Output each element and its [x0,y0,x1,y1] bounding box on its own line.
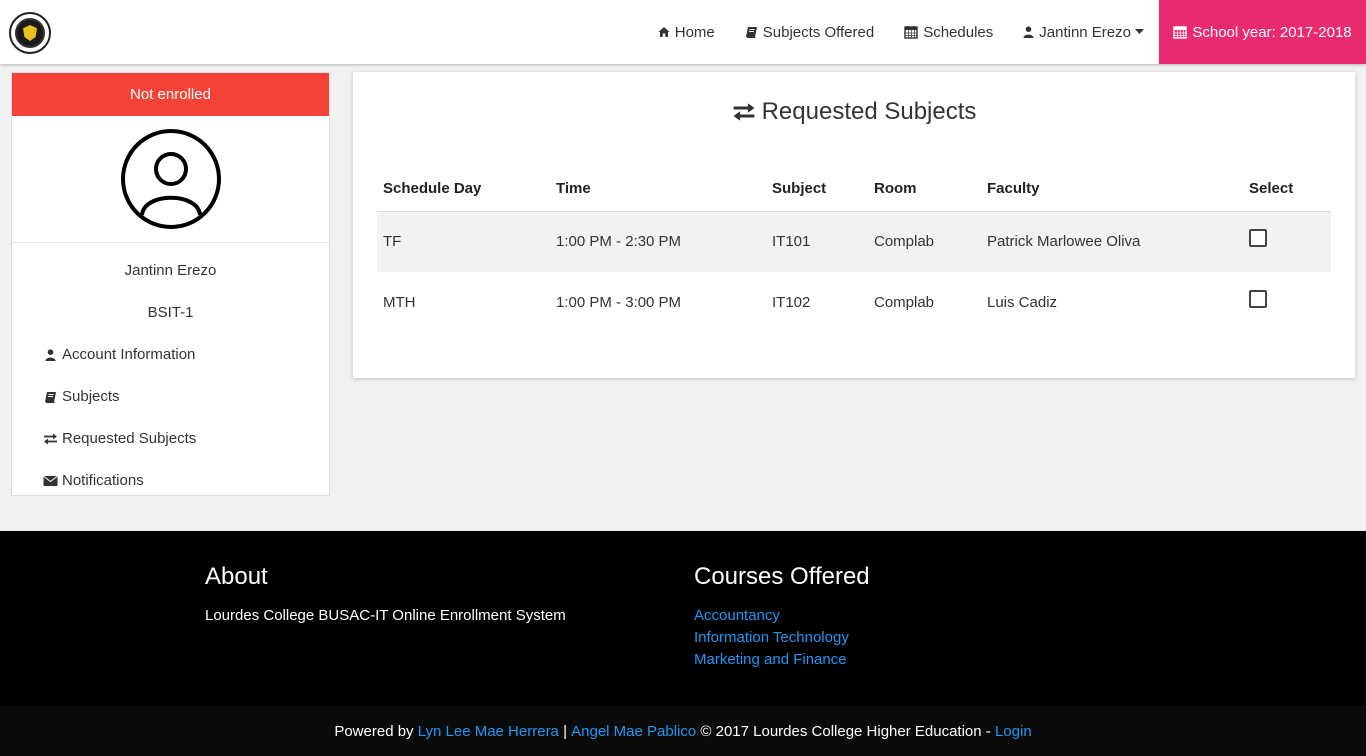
school-logo[interactable] [9,12,51,54]
sidebar-item-notifications[interactable]: Notifications [12,467,329,495]
login-link[interactable]: Login [995,723,1032,740]
cell-day: TF [377,211,550,272]
user-icon [1023,26,1034,38]
nav-schedules-label: Schedules [923,23,994,41]
cell-time: 1:00 PM - 2:30 PM [550,211,766,272]
column-header: Schedule Day [377,166,550,212]
table-row: MTH 1:00 PM - 3:00 PM IT102 Complab Luis… [377,272,1331,333]
student-name: Jantinn Erezo [124,262,217,279]
exchange-icon [732,102,756,122]
nav-subjects-offered[interactable]: Subjects Offered [730,0,889,64]
author-link-herrera[interactable]: Lyn Lee Mae Herrera [418,723,559,740]
sidebar-item-label: Subjects [62,388,120,405]
home-icon [658,26,670,38]
cell-room: Complab [868,211,981,272]
sidebar-item-subjects[interactable]: Subjects [12,383,329,411]
column-header: Room [868,166,981,212]
column-header: Time [550,166,766,212]
envelope-icon [42,475,58,487]
footer: About Lourdes College BUSAC-IT Online En… [0,531,1366,706]
requested-subjects-table: Schedule Day Time Subject Room Faculty S… [377,166,1331,333]
list-item: Accountancy [694,605,870,627]
sidebar-item-label: Requested Subjects [62,430,197,447]
book-icon [42,391,58,404]
column-header: Faculty [981,166,1243,212]
list-item: Information Technology [694,627,870,649]
powered-by-text: Powered by [334,722,418,740]
list-item: Marketing and Finance [694,649,870,671]
column-header: Subject [766,166,868,212]
cell-select [1243,211,1331,272]
profile-sidebar: Not enrolled Jantinn Erezo BSIT-1 Accoun… [11,72,330,496]
user-icon [42,349,58,361]
page-title: Requested Subjects [353,98,1355,126]
footer-about: About Lourdes College BUSAC-IT Online En… [205,563,566,624]
cell-faculty: Luis Cadiz [987,294,1058,311]
table-row: TF 1:00 PM - 2:30 PM IT101 Complab Patri… [377,211,1331,272]
exchange-icon [42,433,58,445]
calendar-icon [904,25,918,39]
courses-list: Accountancy Information Technology Marke… [694,605,870,671]
select-checkbox[interactable] [1249,290,1267,309]
enrollment-status-banner: Not enrolled [12,73,329,116]
cell-subject: IT101 [766,211,868,272]
user-menu-dropdown[interactable]: Jantinn Erezo [1008,0,1159,64]
nav-schedules[interactable]: Schedules [889,0,1008,64]
cell-subject: IT102 [772,294,811,311]
author-link-pablico[interactable]: Angel Mae Pablico [571,723,696,740]
requested-subjects-card: Requested Subjects Schedule Day Time Sub… [353,72,1355,378]
navbar: Home Subjects Offered Schedules Jantinn … [0,0,1366,64]
student-course: BSIT-1 [147,304,194,321]
enrollment-status-label: Not enrolled [130,86,211,103]
footer-about-text: Lourdes College BUSAC-IT Online Enrollme… [205,607,566,624]
sidebar-item-label: Notifications [62,472,144,489]
cell-room: Complab [874,294,935,311]
avatar-container [12,116,329,243]
footer-courses: Courses Offered Accountancy Information … [694,563,870,671]
column-header: Select [1243,166,1331,212]
sidebar-item-requested-subjects[interactable]: Requested Subjects [12,425,329,453]
logo-emblem [15,18,45,48]
caret-down-icon [1135,29,1144,35]
nav-home[interactable]: Home [643,0,730,64]
footer-courses-title: Courses Offered [694,563,870,590]
course-link-information-technology[interactable]: Information Technology [694,629,849,646]
footer-about-title: About [205,563,268,590]
select-checkbox[interactable] [1249,229,1267,248]
cell-day: MTH [383,294,416,311]
cell-faculty: Patrick Marlowee Oliva [981,211,1243,272]
author-separator: | [558,722,572,740]
avatar-icon [120,129,221,229]
sidebar-item-label: Account Information [62,346,196,363]
sidebar-item-account-information[interactable]: Account Information [12,341,329,369]
logo-shield-icon [23,25,37,41]
copyright-bar: Powered by Lyn Lee Mae Herrera | Angel M… [0,706,1366,756]
nav-menu: Home Subjects Offered Schedules Jantinn … [643,0,1159,64]
school-year-badge[interactable]: School year: 2017-2018 [1159,0,1366,64]
book-icon [745,26,758,39]
cell-select [1243,272,1331,333]
calendar-icon [1173,25,1188,39]
nav-home-label: Home [674,23,715,41]
user-menu-label: Jantinn Erezo [1039,23,1131,41]
course-link-marketing-and-finance[interactable]: Marketing and Finance [694,651,847,668]
cell-time: 1:00 PM - 3:00 PM [556,294,682,311]
page-title-text: Requested Subjects [761,98,977,125]
copyright-text: © 2017 Lourdes College Higher Education … [696,722,995,740]
table-header-row: Schedule Day Time Subject Room Faculty S… [377,166,1331,212]
school-year-label: School year: 2017-2018 [1192,23,1352,41]
nav-subjects-offered-label: Subjects Offered [762,23,875,41]
course-link-accountancy[interactable]: Accountancy [694,607,780,624]
